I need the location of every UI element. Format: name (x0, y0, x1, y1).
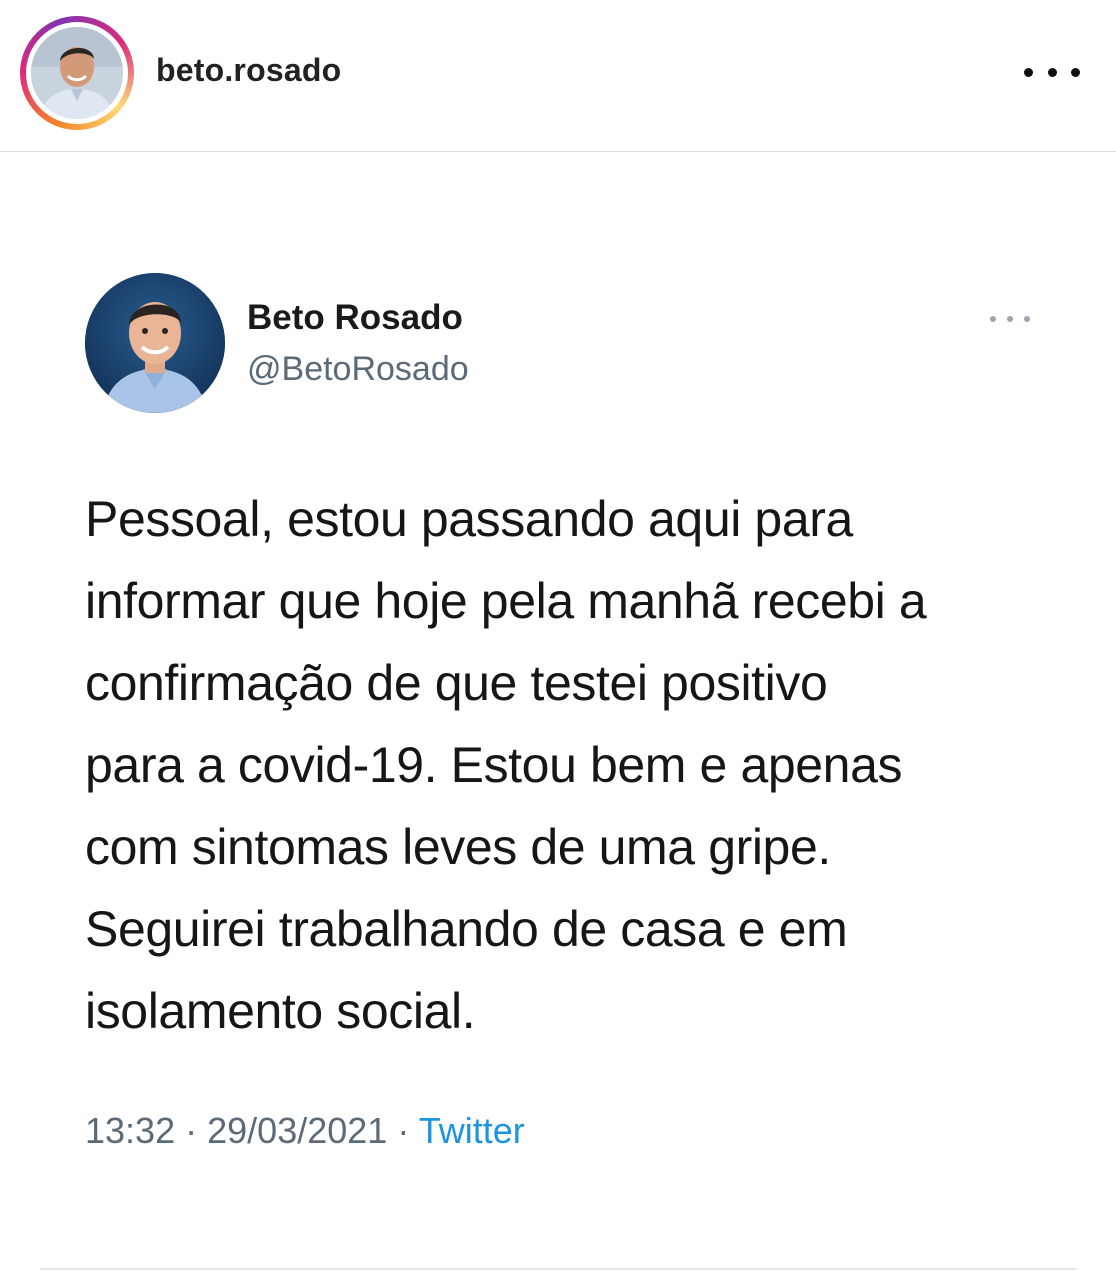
instagram-post-header: beto.rosado (0, 0, 1116, 152)
tweet-handle[interactable]: @BetoRosado (247, 350, 469, 389)
tweet-source-link[interactable]: Twitter (419, 1110, 525, 1151)
story-ring[interactable] (20, 16, 134, 130)
tweet-author-avatar[interactable] (85, 273, 225, 413)
divider (40, 1268, 1076, 1270)
tweet-more-dot (990, 316, 996, 322)
tweet-meta: 13:32 · 29/03/2021 · Twitter (85, 1110, 525, 1152)
more-dot (1071, 67, 1080, 77)
instagram-avatar (31, 27, 123, 119)
tweet-more-icon[interactable] (990, 312, 1030, 326)
tweet-more-dot (1007, 316, 1013, 322)
author-photo-icon (85, 273, 225, 413)
tweet-more-dot (1024, 316, 1030, 322)
more-dot (1047, 67, 1057, 77)
meta-separator: · (397, 1110, 410, 1151)
more-options-icon[interactable] (1024, 54, 1080, 90)
tweet-time: 13:32 (85, 1110, 176, 1151)
profile-photo-icon (31, 27, 123, 119)
tweet-body-text: Pessoal, estou passando aqui para inform… (85, 491, 927, 1039)
tweet-display-name[interactable]: Beto Rosado (247, 298, 463, 338)
tweet-date: 29/03/2021 (207, 1110, 388, 1151)
more-dot (1024, 67, 1033, 77)
instagram-username[interactable]: beto.rosado (156, 52, 341, 89)
meta-separator: · (185, 1110, 198, 1151)
